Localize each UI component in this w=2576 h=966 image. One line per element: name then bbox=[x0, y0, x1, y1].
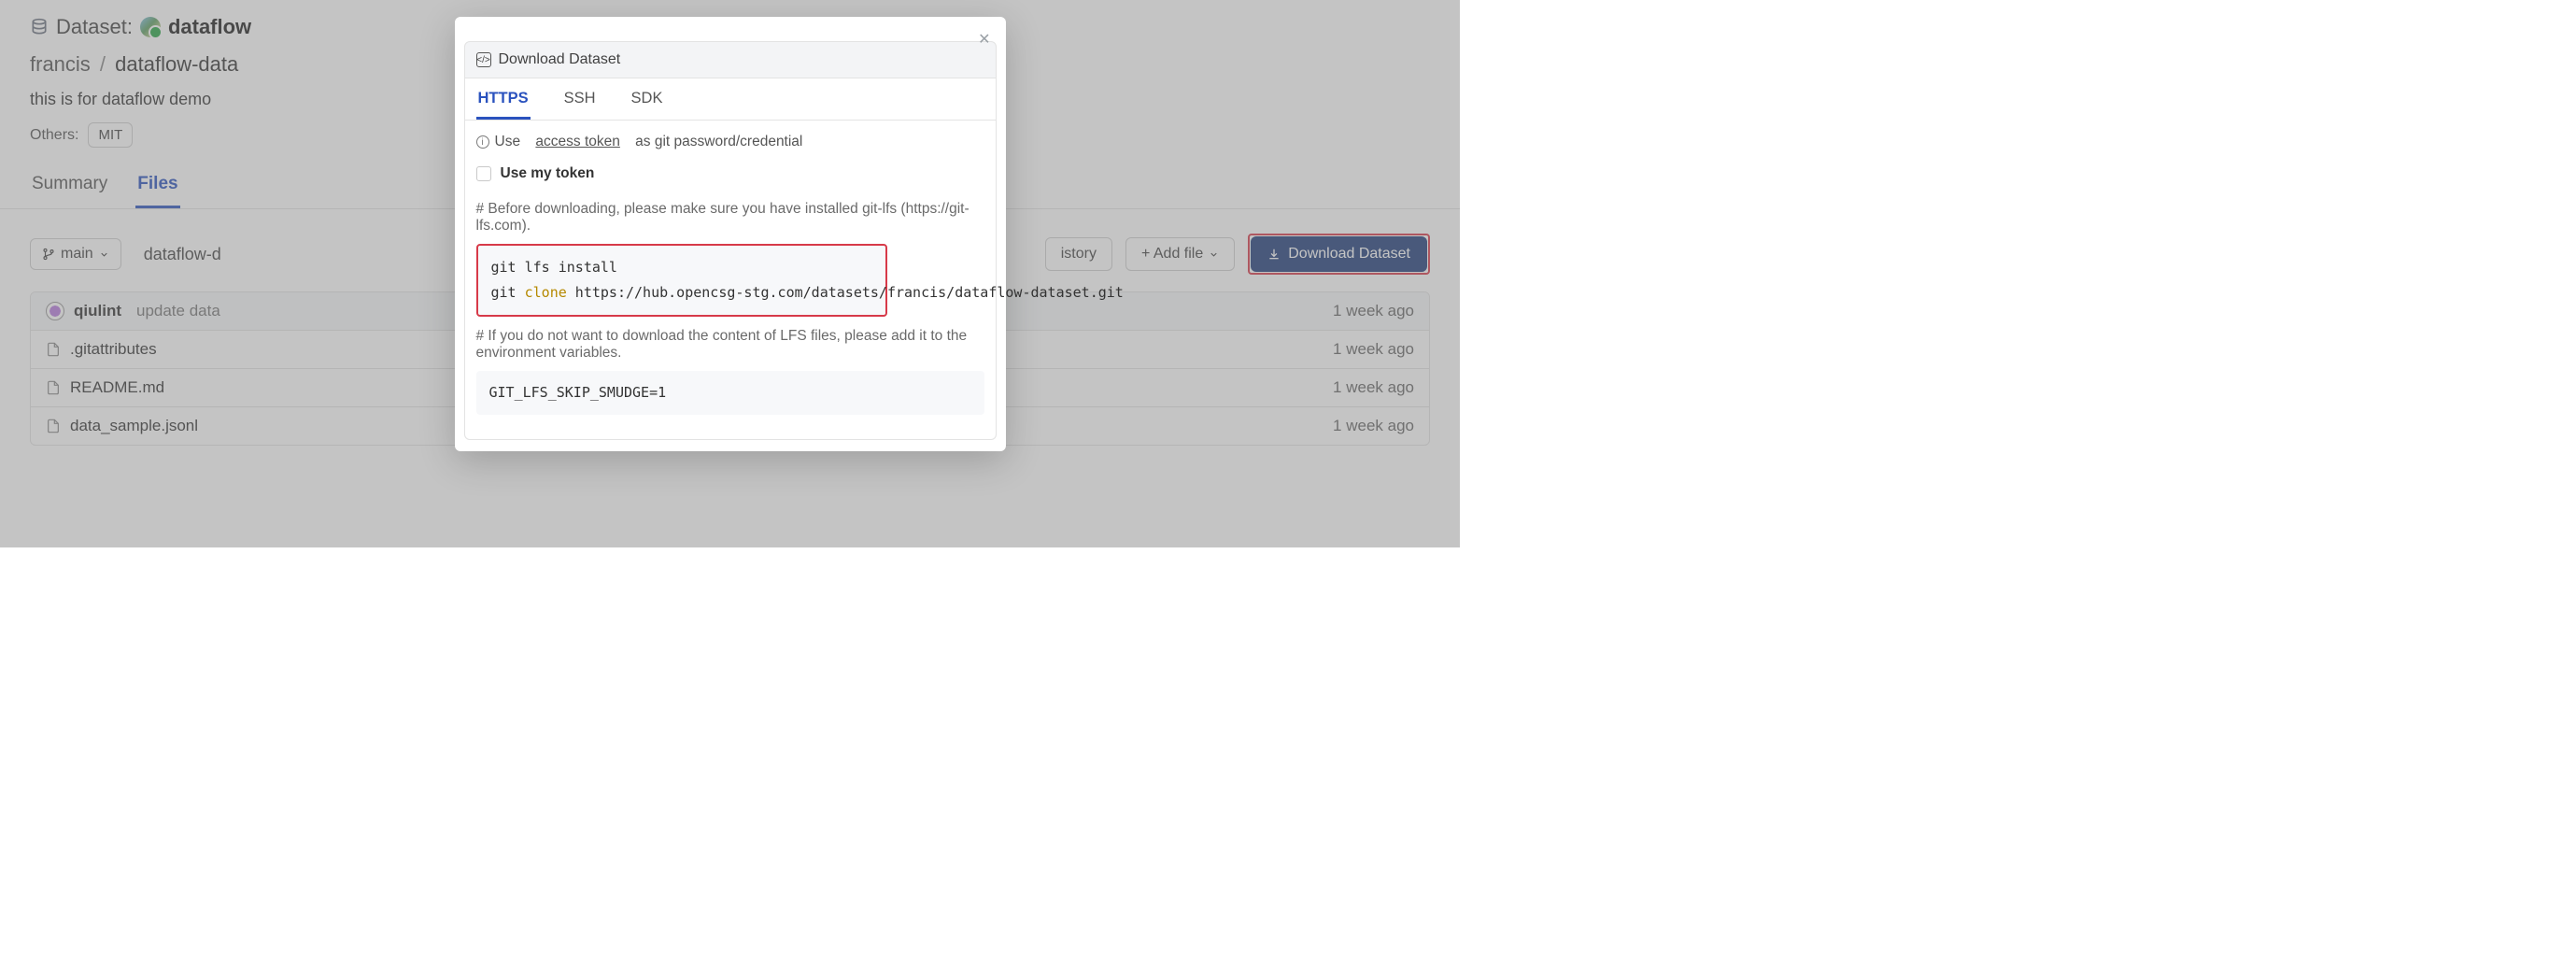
tab-https[interactable]: HTTPS bbox=[476, 78, 531, 120]
tab-sdk[interactable]: SDK bbox=[630, 78, 665, 120]
close-icon[interactable]: ✕ bbox=[978, 30, 990, 49]
modal-title: Download Dataset bbox=[499, 51, 621, 68]
tab-ssh[interactable]: SSH bbox=[562, 78, 598, 120]
code-keyword: clone bbox=[525, 284, 567, 301]
code-line: https://hub.opencsg-stg.com/datasets/fra… bbox=[567, 284, 1124, 301]
modal-overlay[interactable]: ✕ </> Download Dataset HTTPS SSH SDK i U… bbox=[0, 0, 1460, 547]
modal-body: i Use access token as git password/crede… bbox=[464, 121, 997, 440]
note-install-lfs: # Before downloading, please make sure y… bbox=[476, 201, 984, 234]
info-pre: Use bbox=[495, 134, 521, 150]
info-icon: i bbox=[476, 135, 489, 149]
code-block-env[interactable]: GIT_LFS_SKIP_SMUDGE=1 bbox=[476, 371, 984, 415]
info-line: i Use access token as git password/crede… bbox=[476, 130, 984, 160]
code-line: git bbox=[491, 284, 525, 301]
note-skip-smudge: # If you do not want to download the con… bbox=[476, 328, 984, 362]
code-line: git lfs install bbox=[491, 259, 617, 276]
info-post: as git password/credential bbox=[635, 134, 802, 150]
download-modal: ✕ </> Download Dataset HTTPS SSH SDK i U… bbox=[455, 17, 1006, 451]
checkbox-icon[interactable] bbox=[476, 166, 491, 181]
code-icon: </> bbox=[476, 52, 491, 67]
use-my-token-row[interactable]: Use my token bbox=[476, 160, 984, 197]
modal-tabs: HTTPS SSH SDK bbox=[464, 78, 997, 121]
code-block-clone[interactable]: git lfs install git clone https://hub.op… bbox=[476, 244, 887, 317]
use-my-token-label: Use my token bbox=[501, 165, 595, 182]
access-token-link[interactable]: access token bbox=[535, 134, 619, 150]
modal-header: </> Download Dataset bbox=[464, 41, 997, 78]
